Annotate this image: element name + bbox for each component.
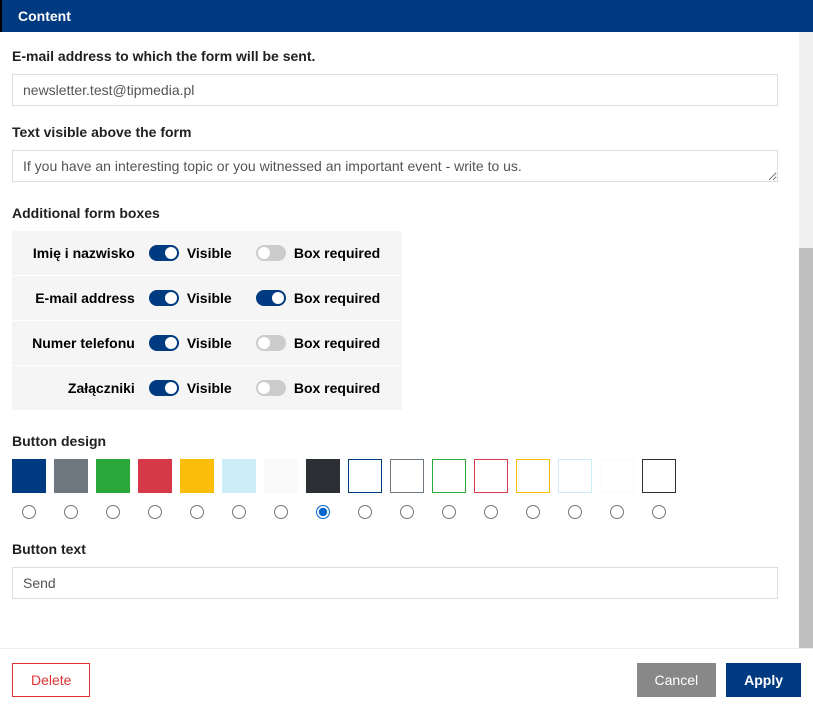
visible-label: Visible xyxy=(187,290,232,306)
color-swatch[interactable] xyxy=(138,459,172,493)
color-radio[interactable] xyxy=(148,505,162,519)
form-box-name: Załączniki xyxy=(22,380,149,396)
form-box-row: Załączniki Visible Box required xyxy=(12,366,402,411)
form-box-name: Imię i nazwisko xyxy=(22,245,149,261)
delete-button[interactable]: Delete xyxy=(12,663,90,697)
color-radio-cell xyxy=(264,505,298,519)
color-radio[interactable] xyxy=(358,505,372,519)
visible-label: Visible xyxy=(187,245,232,261)
visible-label: Visible xyxy=(187,335,232,351)
content-area: E-mail address to which the form will be… xyxy=(0,32,813,649)
required-toggle[interactable] xyxy=(256,335,286,351)
color-swatch[interactable] xyxy=(180,459,214,493)
required-label: Box required xyxy=(294,380,380,396)
required-cell: Box required xyxy=(256,245,392,261)
button-text-input[interactable] xyxy=(12,567,778,599)
color-swatch[interactable] xyxy=(306,459,340,493)
color-radio[interactable] xyxy=(400,505,414,519)
color-swatch[interactable] xyxy=(390,459,424,493)
color-swatch[interactable] xyxy=(642,459,676,493)
required-label: Box required xyxy=(294,245,380,261)
footer-right: Cancel Apply xyxy=(637,663,801,697)
visible-label: Visible xyxy=(187,380,232,396)
color-swatch[interactable] xyxy=(96,459,130,493)
required-toggle[interactable] xyxy=(256,380,286,396)
form-box-name: E-mail address xyxy=(22,290,149,306)
color-radio-cell xyxy=(474,505,508,519)
visible-toggle[interactable] xyxy=(149,380,179,396)
panel-header: Content xyxy=(0,0,813,32)
panel-title: Content xyxy=(18,8,71,24)
color-radio[interactable] xyxy=(316,505,330,519)
required-label: Box required xyxy=(294,290,380,306)
color-swatch[interactable] xyxy=(54,459,88,493)
color-radio-cell xyxy=(558,505,592,519)
color-radio-cell xyxy=(516,505,550,519)
color-swatch[interactable] xyxy=(264,459,298,493)
color-radio[interactable] xyxy=(568,505,582,519)
visible-cell: Visible xyxy=(149,290,256,306)
color-radio[interactable] xyxy=(652,505,666,519)
required-cell: Box required xyxy=(256,290,392,306)
color-radio[interactable] xyxy=(526,505,540,519)
apply-button[interactable]: Apply xyxy=(726,663,801,697)
color-radio[interactable] xyxy=(274,505,288,519)
color-radio-cell xyxy=(642,505,676,519)
color-radio-cell xyxy=(54,505,88,519)
text-above-input[interactable] xyxy=(12,150,778,182)
color-swatch[interactable] xyxy=(600,459,634,493)
color-radio[interactable] xyxy=(232,505,246,519)
color-radio-cell xyxy=(12,505,46,519)
color-radio[interactable] xyxy=(190,505,204,519)
color-radio-cell xyxy=(180,505,214,519)
required-label: Box required xyxy=(294,335,380,351)
color-radio[interactable] xyxy=(64,505,78,519)
color-radio-cell xyxy=(600,505,634,519)
color-radio-cell xyxy=(348,505,382,519)
form-boxes-table: Imię i nazwiskoVisibleBox requiredE-mail… xyxy=(12,231,402,411)
color-swatch[interactable] xyxy=(432,459,466,493)
form-boxes-label: Additional form boxes xyxy=(12,205,801,221)
form-box-row: Imię i nazwisko Visible Box required xyxy=(12,231,402,276)
color-swatch[interactable] xyxy=(348,459,382,493)
footer: Delete Cancel Apply xyxy=(0,648,813,711)
color-radio-cell xyxy=(222,505,256,519)
color-radio-cell xyxy=(138,505,172,519)
button-text-label: Button text xyxy=(12,541,801,557)
required-toggle[interactable] xyxy=(256,290,286,306)
form-box-row: E-mail address Visible Box required xyxy=(12,276,402,321)
color-radio-cell xyxy=(432,505,466,519)
visible-toggle[interactable] xyxy=(149,245,179,261)
color-radio-cell xyxy=(306,505,340,519)
button-design-label: Button design xyxy=(12,433,801,449)
color-radio-row xyxy=(12,505,801,519)
color-swatch[interactable] xyxy=(474,459,508,493)
form-box-name: Numer telefonu xyxy=(22,335,149,351)
visible-cell: Visible xyxy=(149,245,256,261)
visible-toggle[interactable] xyxy=(149,290,179,306)
email-input[interactable] xyxy=(12,74,778,106)
visible-toggle[interactable] xyxy=(149,335,179,351)
color-swatches-row xyxy=(12,459,801,493)
text-above-label: Text visible above the form xyxy=(12,124,801,140)
color-radio-cell xyxy=(390,505,424,519)
visible-cell: Visible xyxy=(149,335,256,351)
color-swatch[interactable] xyxy=(12,459,46,493)
color-radio[interactable] xyxy=(442,505,456,519)
required-cell: Box required xyxy=(256,380,392,396)
color-swatch[interactable] xyxy=(222,459,256,493)
email-label: E-mail address to which the form will be… xyxy=(12,48,801,64)
required-toggle[interactable] xyxy=(256,245,286,261)
color-radio[interactable] xyxy=(22,505,36,519)
color-radio[interactable] xyxy=(610,505,624,519)
cancel-button[interactable]: Cancel xyxy=(637,663,717,697)
required-cell: Box required xyxy=(256,335,392,351)
color-swatch[interactable] xyxy=(516,459,550,493)
form-box-row: Numer telefonu Visible Box required xyxy=(12,321,402,366)
color-radio[interactable] xyxy=(484,505,498,519)
color-radio[interactable] xyxy=(106,505,120,519)
color-radio-cell xyxy=(96,505,130,519)
visible-cell: Visible xyxy=(149,380,256,396)
color-swatch[interactable] xyxy=(558,459,592,493)
